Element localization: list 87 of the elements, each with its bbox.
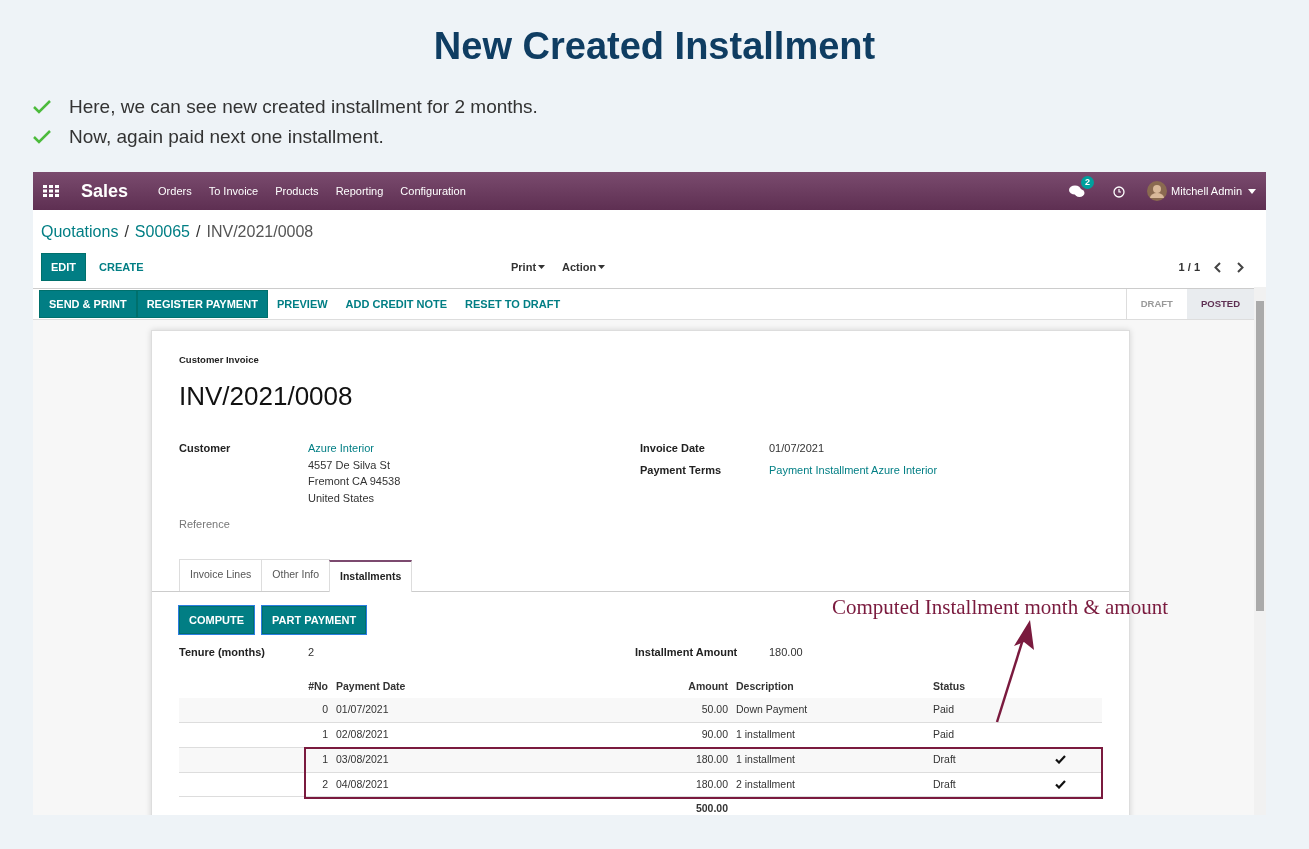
table-cell: Paid <box>929 698 1019 723</box>
action-button[interactable]: PART PAYMENT <box>262 605 367 634</box>
column-header: Description <box>732 674 929 699</box>
field-label: Reference <box>179 517 231 533</box>
check-icon <box>33 130 51 144</box>
action-button[interactable]: COMPUTE <box>179 605 254 634</box>
action-button[interactable]: PREVIEW <box>267 290 337 318</box>
breadcrumb-current: INV/2021/0008 <box>206 223 314 240</box>
chat-icon[interactable] <box>1069 185 1086 199</box>
breadcrumb-separator: / <box>196 223 201 240</box>
table-cell: Down Payment <box>732 698 929 723</box>
table-cell: 1 installment <box>732 722 929 748</box>
table-cell: 90.00 <box>622 722 732 748</box>
bullet-text: Now, again paid next one installment. <box>69 124 384 149</box>
user-avatar[interactable] <box>1147 181 1168 201</box>
field-label: Installment Amount <box>635 645 739 660</box>
dropdown-toggle[interactable]: Action <box>562 258 607 276</box>
create-button[interactable]: CREATE <box>90 252 153 282</box>
table-cell: Draft <box>929 747 1019 772</box>
table-cell: 2 installment <box>732 772 929 797</box>
table-cell: 180.00 <box>622 772 732 797</box>
edit-button[interactable]: EDIT <box>41 252 87 282</box>
field-value: 180.00 <box>769 645 803 660</box>
menu-item[interactable]: To Invoice <box>208 182 259 200</box>
status-stage[interactable]: POSTED <box>1186 289 1254 319</box>
table-cell: Paid <box>929 722 1019 748</box>
menu-item[interactable]: Configuration <box>400 182 466 200</box>
scrollbar[interactable] <box>1254 287 1266 815</box>
table-cell: 03/08/2021 <box>332 747 622 772</box>
address-line: United States <box>308 490 376 506</box>
action-button[interactable]: REGISTER PAYMENT <box>136 289 268 319</box>
action-button[interactable]: ADD CREDIT NOTE <box>336 290 457 318</box>
slide-title: New Created Installment <box>432 24 877 69</box>
caret-icon[interactable] <box>1248 189 1256 195</box>
breadcrumb-link[interactable]: S00065 <box>134 223 190 240</box>
table-cell: 1 <box>287 747 332 772</box>
caret-icon[interactable] <box>536 265 547 271</box>
apps-grid-icon[interactable] <box>43 185 59 197</box>
total-amount: 500.00 <box>622 796 732 815</box>
menu-item[interactable]: Products <box>275 182 319 200</box>
menu-item[interactable]: Reporting <box>335 182 384 200</box>
field-value: 2 <box>308 645 316 660</box>
field-value: 01/07/2021 <box>769 441 825 457</box>
status-stage[interactable]: DRAFT <box>1125 289 1187 319</box>
table-cell: 02/08/2021 <box>332 722 622 748</box>
table-cell: 0 <box>287 698 332 723</box>
pager-count: 1 / 1 <box>1178 259 1200 275</box>
column-header: Payment Date <box>332 674 622 699</box>
field-label: Tenure (months) <box>179 645 266 660</box>
app-name[interactable]: Sales <box>81 177 129 205</box>
action-button[interactable]: SEND & PRINT <box>39 289 137 319</box>
table-cell: 1 <box>287 722 332 748</box>
field-link[interactable]: Payment Installment Azure Interior <box>769 461 938 479</box>
address-line: 4557 De Silva St <box>308 457 391 473</box>
column-header: Amount <box>622 674 732 699</box>
user-name[interactable]: Mitchell Admin <box>1171 182 1242 200</box>
breadcrumb-separator: / <box>124 223 129 240</box>
table-cell: 50.00 <box>622 698 732 723</box>
breadcrumb-link[interactable]: Quotations <box>41 223 119 240</box>
next-icon[interactable] <box>1237 261 1244 273</box>
tab[interactable]: Installments <box>329 559 413 592</box>
caret-icon[interactable] <box>596 265 607 271</box>
field-label: Payment Terms <box>640 462 723 478</box>
clock-icon[interactable] <box>1113 185 1126 198</box>
table-cell: 180.00 <box>622 747 732 772</box>
table-cell: 1 installment <box>732 747 929 772</box>
table-cell: Draft <box>929 772 1019 797</box>
bullet-text: Here, we can see new created installment for 2 months. <box>69 94 538 119</box>
invoice-number: INV/2021/0008 <box>179 380 354 414</box>
field-label: Customer <box>179 441 232 457</box>
table-cell: 01/07/2021 <box>332 698 622 723</box>
table-cell: 04/08/2021 <box>332 772 622 797</box>
action-button[interactable]: RESET TO DRAFT <box>456 290 570 318</box>
customer-link[interactable]: Azure Interior <box>308 440 401 457</box>
previous-icon[interactable] <box>1214 261 1221 273</box>
column-header: Status <box>929 674 1019 699</box>
menu-item[interactable]: Orders <box>158 182 192 200</box>
message-count-badge: 2 <box>1081 175 1095 190</box>
field-label: Invoice Date <box>640 441 706 457</box>
annotation-text: Computed Installment month & amount <box>832 594 1168 621</box>
table-cell: 2 <box>287 772 332 797</box>
column-header: #No <box>287 674 332 699</box>
tab[interactable]: Invoice Lines <box>179 558 263 591</box>
address-line: Fremont CA 94538 <box>308 474 401 490</box>
dropdown-toggle[interactable]: Print <box>511 258 547 276</box>
document-type: Customer Invoice <box>179 353 260 367</box>
check-icon <box>33 100 51 114</box>
